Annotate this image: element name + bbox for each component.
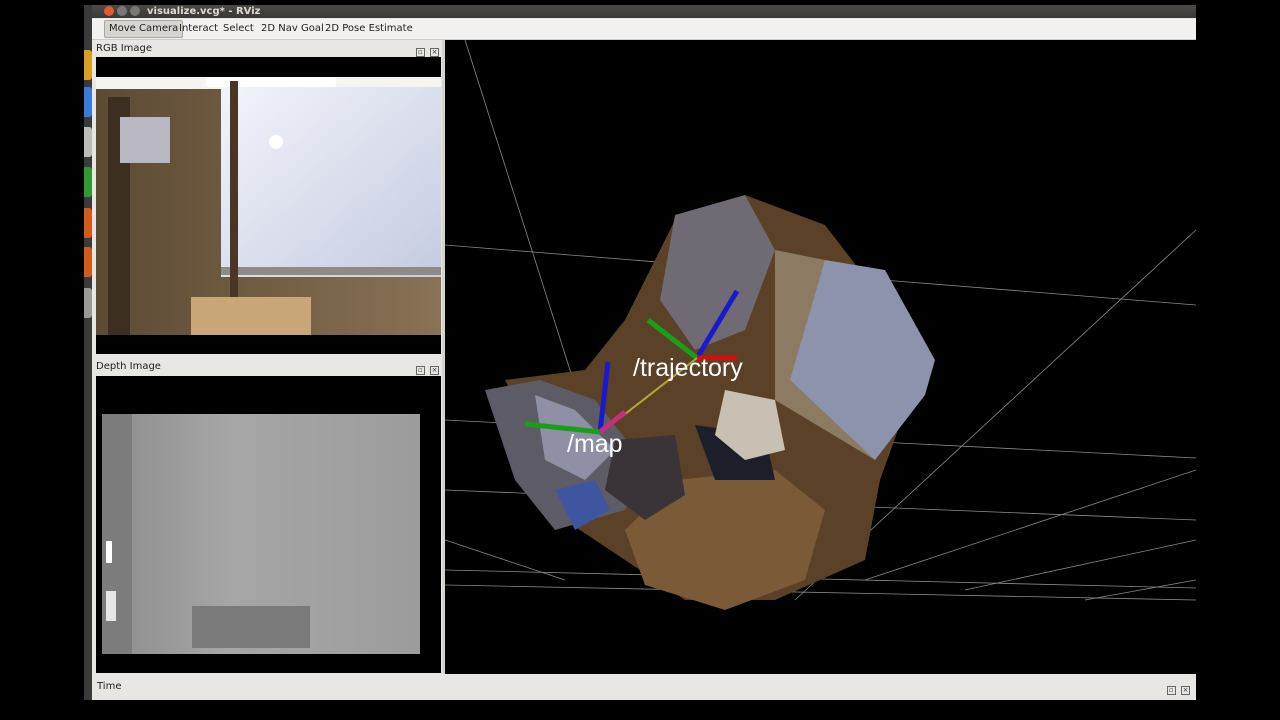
titlebar: visualize.vcg* - RViz xyxy=(92,5,1196,18)
rviz-window: visualize.vcg* - RViz Move Camera Intera… xyxy=(92,5,1196,700)
rgb-image-view xyxy=(96,57,441,354)
move-camera-tool[interactable]: Move Camera xyxy=(104,20,184,38)
depth-panel-title: Depth Image xyxy=(96,361,161,372)
launcher-icon-3[interactable] xyxy=(84,127,92,157)
depth-camera-image xyxy=(102,414,420,654)
depth-image-view xyxy=(96,376,441,673)
interact-tool[interactable]: Interact xyxy=(175,21,222,37)
time-panel-title: Time xyxy=(97,681,122,692)
launcher-icon-1[interactable] xyxy=(84,50,92,80)
minimize-window-button[interactable] xyxy=(117,6,127,16)
rgb-panel-title: RGB Image xyxy=(96,43,153,54)
2d-nav-goal-tool[interactable]: 2D Nav Goal xyxy=(257,21,328,37)
undock-icon[interactable]: ▫ xyxy=(415,366,425,375)
close-icon[interactable]: × xyxy=(430,366,439,375)
map-label: /map xyxy=(567,430,623,458)
select-tool[interactable]: Select xyxy=(219,21,258,37)
toolbar: Move Camera Interact Select 2D Nav Goal … xyxy=(92,19,1196,40)
launcher xyxy=(84,5,92,700)
launcher-icon-4[interactable] xyxy=(84,167,92,197)
3d-viewport[interactable]: /trajectory /map xyxy=(445,40,1196,674)
rgb-panel-header: RGB Image ▫ × xyxy=(96,41,441,57)
launcher-icon-5[interactable] xyxy=(84,208,92,238)
point-cloud xyxy=(485,195,935,610)
launcher-icon-7[interactable] xyxy=(84,288,92,318)
time-panel: Time ▫ × xyxy=(92,677,1196,700)
launcher-icon-6[interactable] xyxy=(84,247,92,277)
trajectory-label: /trajectory xyxy=(633,354,743,382)
undock-icon[interactable]: ▫ xyxy=(1166,686,1176,695)
time-panel-header: Time ▫ × xyxy=(97,679,1192,695)
close-icon[interactable]: × xyxy=(1181,686,1190,695)
depth-panel-header: Depth Image ▫ × xyxy=(96,359,441,375)
2d-pose-estimate-tool[interactable]: 2D Pose Estimate xyxy=(321,21,417,37)
undock-icon[interactable]: ▫ xyxy=(415,48,425,57)
close-window-button[interactable] xyxy=(104,6,114,16)
launcher-icon-2[interactable] xyxy=(84,87,92,117)
rgb-camera-image xyxy=(96,77,441,354)
maximize-window-button[interactable] xyxy=(130,6,140,16)
3d-scene: /trajectory /map xyxy=(445,40,1196,610)
close-icon[interactable]: × xyxy=(430,48,439,57)
window-title: visualize.vcg* - RViz xyxy=(147,6,261,17)
